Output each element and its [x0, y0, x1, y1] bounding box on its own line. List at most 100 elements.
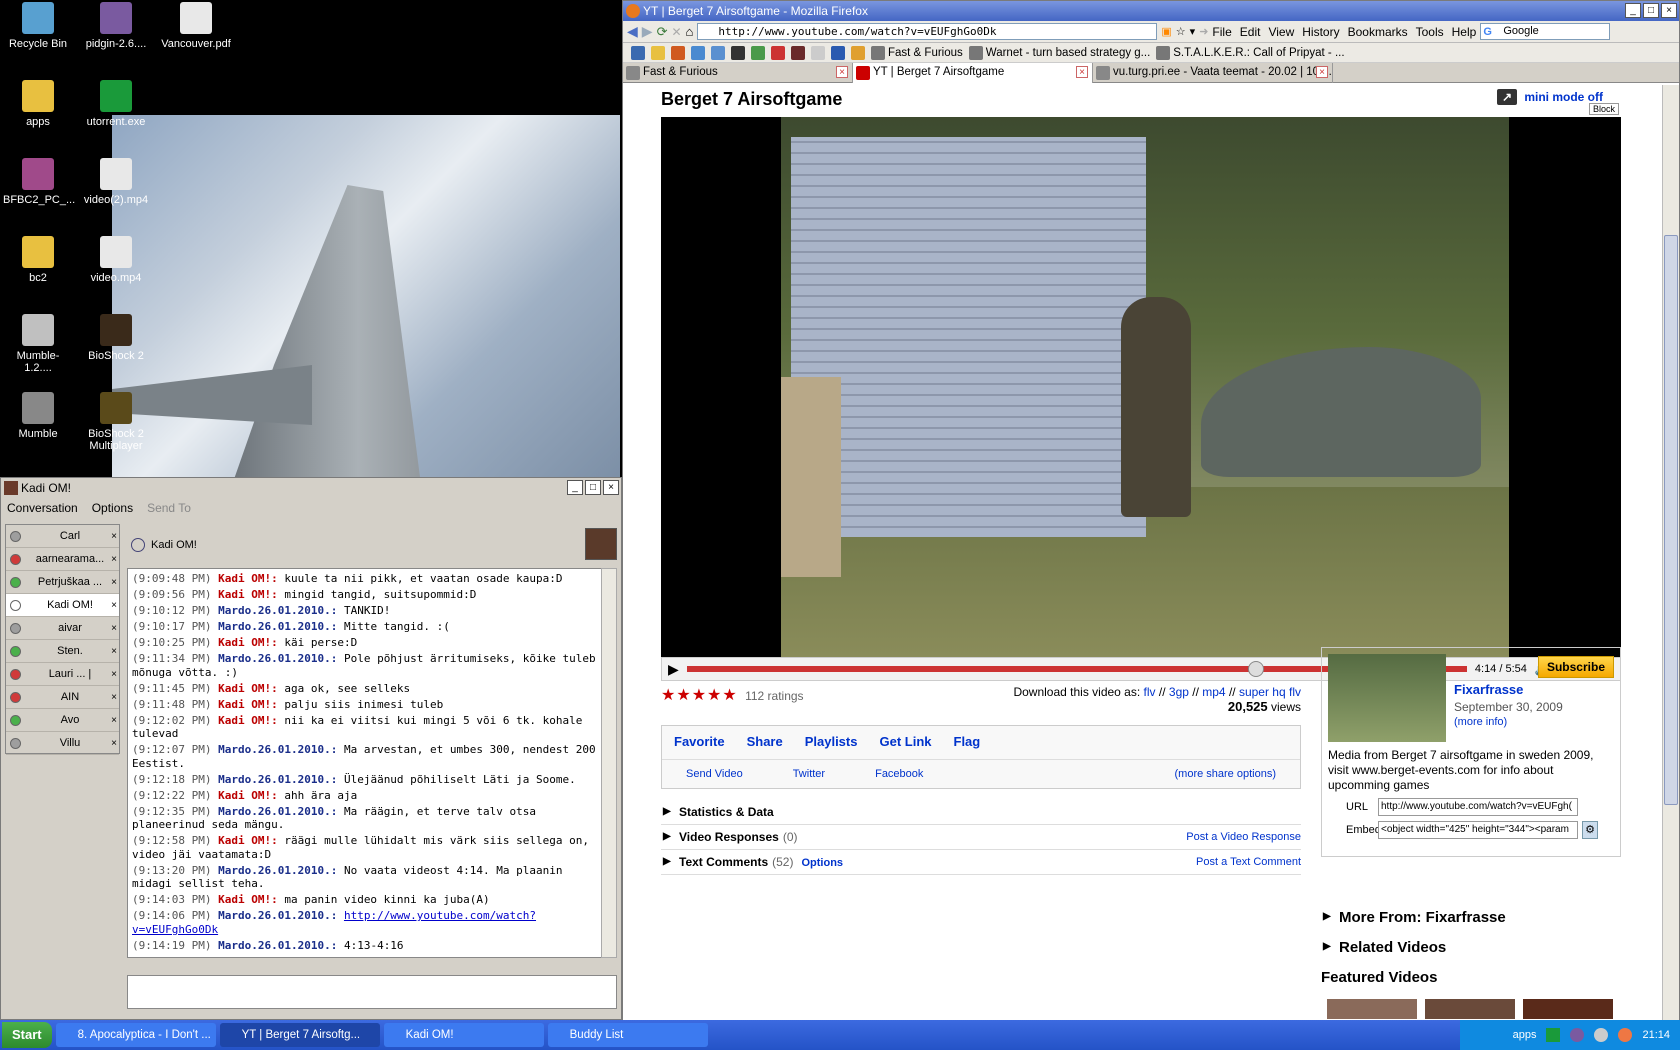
- tab-close-icon[interactable]: ×: [111, 554, 117, 565]
- bookmark-item[interactable]: S.T.A.L.K.E.R.: Call of Pripyat - ...: [1156, 45, 1345, 60]
- bookmark-item[interactable]: Warnet - turn based strategy g...: [968, 45, 1150, 60]
- bookmark-favicon-icon[interactable]: [811, 45, 825, 60]
- tab-close-icon[interactable]: ×: [1076, 66, 1088, 78]
- url-dropdown-icon[interactable]: ▾: [1190, 25, 1196, 38]
- featured-thumb-3[interactable]: [1523, 999, 1613, 1019]
- buddy-tab[interactable]: Kadi OM! ×: [6, 594, 119, 617]
- taskbar-button[interactable]: 8. Apocalyptica - I Don't ...: [55, 1023, 216, 1047]
- progress-handle[interactable]: [1248, 661, 1265, 677]
- play-icon[interactable]: ▶: [668, 661, 679, 678]
- video-player[interactable]: [661, 117, 1621, 657]
- embed-code-field[interactable]: <object width="425" height="344"><param: [1378, 821, 1578, 839]
- taskbar-button[interactable]: Kadi OM!: [383, 1023, 544, 1047]
- bookmark-favicon-icon[interactable]: [791, 45, 805, 60]
- tray-utorrent-icon[interactable]: [1546, 1028, 1561, 1042]
- bookmark-favicon-icon[interactable]: [711, 45, 725, 60]
- bookmark-favicon-icon[interactable]: [731, 45, 745, 60]
- menu-item-edit[interactable]: Edit: [1240, 25, 1261, 39]
- tray-apps-label[interactable]: apps: [1513, 1029, 1537, 1041]
- buddy-tab[interactable]: Villu ×: [6, 732, 119, 755]
- desktop-icon[interactable]: Mumble-1.2....: [2, 314, 74, 374]
- buddy-tab[interactable]: aivar ×: [6, 617, 119, 640]
- bookmark-favicon-icon[interactable]: [631, 45, 645, 60]
- search-box[interactable]: G Google: [1480, 23, 1611, 40]
- side-section[interactable]: ▶ Related Videos: [1321, 939, 1446, 956]
- forward-icon[interactable]: ▶: [642, 23, 653, 40]
- subscribe-button[interactable]: Subscribe: [1537, 656, 1614, 678]
- featured-thumb-1[interactable]: [1327, 999, 1417, 1019]
- bookmark-item[interactable]: Fast & Furious: [871, 45, 963, 60]
- side-section[interactable]: ▶ More From: Fixarfrasse: [1321, 909, 1506, 926]
- bookmark-favicon-icon[interactable]: [671, 45, 685, 60]
- tab-close-icon[interactable]: ×: [111, 646, 117, 657]
- section-0[interactable]: ▶ Statistics & Data: [661, 801, 1301, 825]
- message-input[interactable]: [127, 975, 617, 1009]
- bookmark-favicon-icon[interactable]: [691, 45, 705, 60]
- buddy-tab[interactable]: AIN ×: [6, 686, 119, 709]
- tab-close-icon[interactable]: ×: [111, 738, 117, 749]
- bookmark-favicon-icon[interactable]: [851, 45, 865, 60]
- page-scrollbar[interactable]: [1662, 85, 1679, 1021]
- desktop-icon[interactable]: Vancouver.pdf: [160, 2, 232, 50]
- desktop-icon[interactable]: apps: [2, 80, 74, 128]
- menu-item-help[interactable]: Help: [1452, 25, 1477, 39]
- menu-item-tools[interactable]: Tools: [1416, 25, 1444, 39]
- home-icon[interactable]: ⌂: [686, 24, 694, 39]
- action-playlists[interactable]: Playlists: [805, 734, 858, 751]
- section-1[interactable]: ▶ Video Responses (0) Post a Video Response: [661, 826, 1301, 850]
- embed-settings-icon[interactable]: ⚙: [1582, 821, 1598, 839]
- chat-close-button[interactable]: ×: [603, 480, 619, 495]
- bookmark-favicon-icon[interactable]: [831, 45, 845, 60]
- reload-icon[interactable]: ⟳: [657, 24, 668, 40]
- desktop-icon[interactable]: Mumble: [2, 392, 74, 440]
- buddy-tab[interactable]: Petrjuškaa ... ×: [6, 571, 119, 594]
- section-options-link[interactable]: Options: [801, 857, 843, 869]
- share-link[interactable]: Facebook: [875, 768, 923, 780]
- uploader-name[interactable]: Fixarfrasse: [1454, 682, 1523, 697]
- section-action-link[interactable]: Post a Text Comment: [1196, 851, 1301, 873]
- chat-menu-send-to[interactable]: Send To: [147, 501, 191, 515]
- tab-close-icon[interactable]: ×: [111, 531, 117, 542]
- tab-close-icon[interactable]: ×: [111, 577, 117, 588]
- bookmark-favicon-icon[interactable]: [651, 45, 665, 60]
- chat-minimize-button[interactable]: _: [567, 480, 583, 495]
- desktop-icon[interactable]: video(2).mp4: [80, 158, 152, 206]
- action-favorite[interactable]: Favorite: [674, 734, 725, 751]
- featured-thumb-2[interactable]: [1425, 999, 1515, 1019]
- buddy-tab[interactable]: Lauri ... | ×: [6, 663, 119, 686]
- tray-network-icon[interactable]: [1618, 1028, 1633, 1042]
- chat-maximize-button[interactable]: □: [585, 480, 601, 495]
- bookmark-favicon-icon[interactable]: [771, 45, 785, 60]
- download-format-link[interactable]: super hq flv: [1239, 685, 1301, 699]
- section-action-link[interactable]: Post a Video Response: [1186, 826, 1301, 848]
- back-icon[interactable]: ◀: [627, 23, 638, 40]
- taskbar-button[interactable]: Buddy List: [547, 1023, 708, 1047]
- chat-log-scrollbar[interactable]: [601, 568, 617, 958]
- tab-close-icon[interactable]: ×: [111, 669, 117, 680]
- start-button[interactable]: Start: [2, 1022, 52, 1048]
- menu-item-bookmarks[interactable]: Bookmarks: [1348, 25, 1408, 39]
- share-link[interactable]: Send Video: [686, 768, 743, 780]
- maximize-button[interactable]: □: [1643, 3, 1659, 18]
- desktop-icon[interactable]: Recycle Bin: [2, 2, 74, 50]
- desktop-icon[interactable]: video.mp4: [80, 236, 152, 284]
- expand-arrow-icon[interactable]: ▶: [663, 801, 671, 823]
- bookmark-favicon-icon[interactable]: [751, 45, 765, 60]
- browser-tab[interactable]: YT | Berget 7 Airsoftgame ×: [853, 63, 1093, 83]
- buddy-avatar[interactable]: [585, 528, 617, 560]
- chat-menu-options[interactable]: Options: [92, 501, 133, 515]
- share-link[interactable]: (more share options): [1175, 768, 1277, 780]
- block-button[interactable]: Block: [1588, 103, 1619, 115]
- go-icon[interactable]: ➜: [1199, 25, 1208, 38]
- expand-arrow-icon[interactable]: ▶: [1323, 911, 1331, 922]
- share-link[interactable]: Twitter: [793, 768, 825, 780]
- tab-close-icon[interactable]: ×: [111, 600, 117, 611]
- close-button[interactable]: ×: [1661, 3, 1677, 18]
- taskbar-button[interactable]: YT | Berget 7 Airsoftg...: [219, 1023, 380, 1047]
- tab-close-icon[interactable]: ×: [111, 623, 117, 634]
- tab-close-icon[interactable]: ×: [111, 692, 117, 703]
- desktop-icon[interactable]: BFBC2_PC_...: [2, 158, 75, 206]
- buddy-tab[interactable]: Carl ×: [6, 525, 119, 548]
- chat-menu-conversation[interactable]: Conversation: [7, 501, 78, 515]
- video-url-field[interactable]: http://www.youtube.com/watch?v=vEUFgh(: [1378, 798, 1578, 816]
